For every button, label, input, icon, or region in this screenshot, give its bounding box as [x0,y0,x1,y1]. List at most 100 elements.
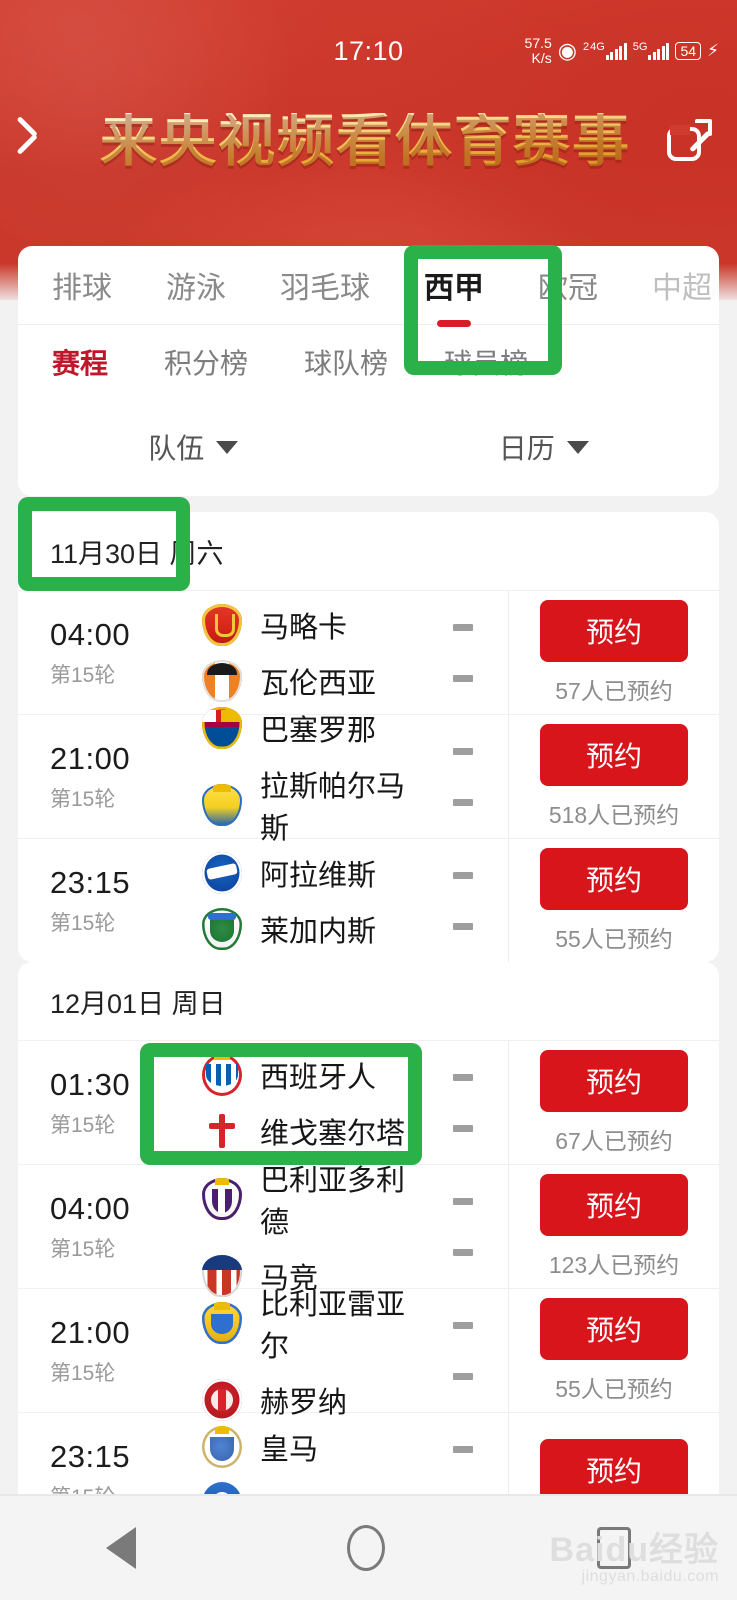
match-time-block: 01:30 第15轮 [50,1041,196,1164]
book-button[interactable]: 预约 [540,847,688,910]
home-team-name: 巴利亚多利德 [260,1164,406,1239]
team-filter-label: 队伍 [148,433,205,464]
away-team-line: 瓦伦西亚 [202,659,417,702]
match-section-1201: 12月01日 周日 01:30 第15轮 西班牙人 维戈塞尔塔 预约 67人已预… [18,962,719,1536]
home-score-placeholder [452,623,473,631]
match-row[interactable]: 23:15 第15轮 阿拉维斯 莱加内斯 预约 55人已预约 [18,838,719,962]
book-button[interactable]: 预约 [540,1438,688,1501]
match-teams: 阿拉维斯 莱加内斯 [196,839,417,962]
match-action: 预约 57人已预约 [509,591,719,714]
nav-back-triangle-icon[interactable] [105,1527,136,1569]
book-button[interactable]: 预约 [540,1173,688,1236]
nav-home-circle-icon[interactable] [347,1525,386,1571]
celta-vigo-crest-icon [202,1109,242,1152]
chevron-down-icon [216,440,239,454]
match-row[interactable]: 01:30 第15轮 西班牙人 维戈塞尔塔 预约 67人已预约 [18,1040,719,1164]
home-team-name: 巴塞罗那 [260,714,377,747]
villarreal-crest-icon [202,1301,242,1344]
away-score-placeholder [452,674,473,682]
match-time-block: 21:00 第15轮 [50,715,196,838]
status-icons: 57.5 K/s ◉ 2 4G 5G 54 ⚡ [525,36,719,66]
home-team-name: 西班牙人 [260,1061,377,1094]
home-score-placeholder [452,1073,473,1081]
match-action: 预约 55人已预约 [509,839,719,962]
book-button[interactable]: 预约 [540,1297,688,1360]
match-row[interactable]: 04:00 第15轮 巴利亚多利德 马竞 预约 123人已预约 [18,1164,719,1297]
away-team-line: 莱加内斯 [202,907,417,950]
status-bar: 17:10 57.5 K/s ◉ 2 4G 5G 54 ⚡ [0,20,737,82]
match-time: 01:30 [50,1066,131,1102]
battery-indicator: 54 [675,42,702,60]
book-button[interactable]: 预约 [540,723,688,786]
match-scores [417,1165,509,1288]
sport-tab-xijia[interactable]: 西甲 [424,263,484,307]
valencia-crest-icon [202,659,242,702]
booked-count: 67人已预约 [555,1127,673,1154]
sub-tab-qiuduibang[interactable]: 球队榜 [304,342,388,382]
away-score-placeholder [452,1248,473,1256]
away-team-line: 拉斯帕尔马斯 [202,763,417,847]
home-score-placeholder [452,1321,473,1329]
network-speed: 57.5 K/s [525,36,552,66]
match-time: 23:15 [50,1438,131,1474]
calendar-filter-dropdown[interactable]: 日历 [369,427,720,467]
match-section-1130: 11月30日 周六 04:00 第15轮 马略卡 瓦伦西亚 预约 57人已预约 [18,512,719,962]
sim1-signal-group: 2 4G [583,42,627,60]
match-teams: 马略卡 瓦伦西亚 [196,591,417,714]
away-score-placeholder [452,922,473,930]
match-time-block: 04:00 第15轮 [50,591,196,714]
away-team-name: 拉斯帕尔马斯 [260,770,406,845]
home-score-placeholder [452,1197,473,1205]
wifi-icon: ◉ [557,38,577,63]
alaves-crest-icon [202,851,242,894]
away-team-line: 维戈塞尔塔 [202,1109,417,1152]
sim1-signal-bars-icon [605,42,627,60]
match-scores [417,1041,509,1164]
home-team-line: 西班牙人 [202,1053,417,1096]
match-teams: 西班牙人 维戈塞尔塔 [196,1041,417,1164]
tab-card: 排球 游泳 羽毛球 西甲 欧冠 中超 赛程 积分榜 球队榜 球员榜 [18,246,719,399]
sport-tab-youyong[interactable]: 游泳 [166,263,226,307]
match-time: 21:00 [50,1314,131,1350]
book-button[interactable]: 预约 [540,599,688,662]
sport-tab-paiqiu[interactable]: 排球 [52,263,112,307]
sub-tab-jifenbang[interactable]: 积分榜 [164,342,248,382]
sim2-network-label: 5G [632,41,648,53]
mallorca-crest-icon [202,603,242,646]
match-scores [417,715,509,838]
away-score-placeholder [452,1124,473,1132]
match-teams: 巴利亚多利德 马竞 [196,1165,417,1297]
sport-tab-yumaoqiu[interactable]: 羽毛球 [280,263,370,307]
book-button[interactable]: 预约 [540,1049,688,1112]
booked-count: 55人已预约 [555,1375,673,1402]
away-score-placeholder [452,1372,473,1380]
bolt-icon: ⚡ [707,41,719,60]
atletico-madrid-crest-icon [202,1254,242,1297]
section-date-1201: 12月01日 周日 [50,988,226,1019]
match-scores [417,839,509,962]
sub-tab-qiuyuanbang[interactable]: 球员榜 [444,342,528,382]
match-row[interactable]: 21:00 第15轮 比利亚雷亚尔 赫罗纳 预约 55人已预约 [18,1288,719,1421]
back-chevron-icon[interactable] [22,111,68,171]
booked-count: 123人已预约 [548,1251,680,1278]
booked-count: 57人已预约 [555,677,673,704]
header-bar: 来央视频看体育赛事 [0,92,737,190]
home-team-line: 皇马 [202,1425,417,1468]
match-row[interactable]: 04:00 第15轮 马略卡 瓦伦西亚 预约 57人已预约 [18,590,719,714]
home-team-name: 皇马 [260,1433,319,1466]
sport-tab-zhongchao[interactable]: 中超 [652,263,712,307]
sub-tab-saicheng[interactable]: 赛程 [52,342,108,382]
team-filter-dropdown[interactable]: 队伍 [18,427,369,467]
match-time-block: 23:15 第15轮 [50,839,196,962]
sport-tab-ouguan[interactable]: 欧冠 [538,263,598,307]
sim2-signal-group: 5G [633,42,670,60]
match-row[interactable]: 21:00 第15轮 巴塞罗那 拉斯帕尔马斯 预约 518人已预约 [18,706,719,845]
match-action: 预约 123人已预约 [509,1165,719,1288]
nav-recents-square-icon[interactable] [597,1527,632,1569]
chevron-down-icon [566,440,589,454]
match-teams: 比利亚雷亚尔 赫罗纳 [196,1289,417,1421]
match-time: 04:00 [50,1190,131,1226]
away-team-name: 瓦伦西亚 [260,667,377,700]
share-icon[interactable] [663,115,715,167]
match-time: 23:15 [50,864,131,900]
